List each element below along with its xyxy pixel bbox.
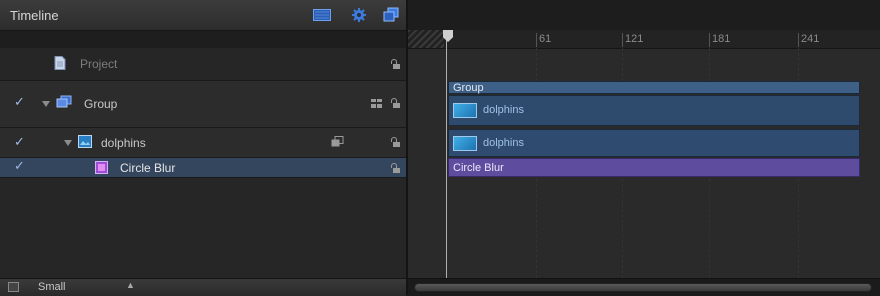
panel-title: Timeline — [10, 8, 59, 23]
ruler-tick — [709, 33, 710, 47]
clip-thumbnail-icon — [453, 103, 477, 118]
ruler-tick-label: 61 — [539, 33, 552, 45]
display-icon[interactable] — [313, 7, 331, 23]
track-dolphins-bar[interactable]: dolphins — [448, 129, 860, 157]
track-group-header[interactable]: Group — [448, 81, 860, 94]
project-icon — [54, 56, 66, 73]
track-circle-blur-bar[interactable]: Circle Blur — [448, 158, 860, 177]
clip-thumbnail-icon — [453, 136, 477, 151]
row-size-icon — [8, 282, 19, 292]
select-arrows-icon: ▲ — [126, 280, 135, 290]
column-header — [0, 31, 406, 49]
layer-label-circle-blur: Circle Blur — [120, 161, 176, 175]
ruler-tick-label: 181 — [712, 33, 731, 45]
layers-footer: Small ▲ — [0, 278, 406, 296]
layer-label-dolphins: dolphins — [101, 136, 146, 150]
track-circle-blur-label: Circle Blur — [453, 162, 504, 174]
ruler-tick-label: 241 — [801, 33, 820, 45]
lock-icon[interactable] — [390, 163, 400, 173]
lock-icon[interactable] — [390, 137, 400, 147]
filter-icon — [95, 161, 108, 177]
timeline-header — [408, 0, 880, 31]
layers-icon[interactable] — [382, 7, 399, 23]
clone-icon[interactable] — [331, 136, 344, 151]
layer-row-project[interactable]: Project — [0, 48, 406, 81]
track-group-bar[interactable]: dolphins — [448, 95, 860, 126]
timeline-window: Timeline Project ✓ Group ✓ dolphins ✓ Ci… — [0, 0, 880, 296]
image-thumbnail-icon — [78, 135, 92, 151]
layer-row-dolphins[interactable]: ✓ dolphins — [0, 128, 406, 158]
horizontal-scrollbar[interactable] — [408, 278, 880, 296]
row-size-value: Small — [38, 281, 66, 293]
title-bar: Timeline — [0, 0, 406, 31]
layer-row-group[interactable]: ✓ Group — [0, 81, 406, 128]
group-checkbox[interactable]: ✓ — [14, 95, 26, 108]
ruler-tick — [536, 33, 537, 47]
disclosure-triangle-icon[interactable] — [42, 101, 50, 107]
ruler-tick-label: 121 — [625, 33, 644, 45]
layer-label-project: Project — [80, 57, 118, 71]
layers-panel: Timeline Project ✓ Group ✓ dolphins ✓ Ci… — [0, 0, 406, 296]
gear-icon[interactable] — [351, 7, 367, 23]
group-mode-icon[interactable] — [371, 98, 383, 112]
ruler-tick — [798, 33, 799, 47]
dolphins-checkbox[interactable]: ✓ — [14, 135, 26, 148]
lock-icon[interactable] — [390, 59, 400, 69]
lock-icon[interactable] — [390, 98, 400, 108]
track-group-clip-label: dolphins — [483, 104, 524, 116]
timeline-track-area: 61 121 181 241 Group dolphins dolphins C… — [408, 0, 880, 296]
layer-label-group: Group — [84, 97, 118, 111]
ruler-hatch — [408, 30, 444, 48]
track-group-label: Group — [453, 82, 484, 94]
circle-blur-checkbox[interactable]: ✓ — [14, 159, 26, 172]
ruler-tick — [622, 33, 623, 47]
playhead-line[interactable] — [446, 30, 447, 280]
track-dolphins-label: dolphins — [483, 137, 524, 149]
time-ruler[interactable]: 61 121 181 241 — [408, 30, 880, 49]
row-size-select[interactable]: Small ▲ — [8, 280, 136, 294]
layer-row-circle-blur[interactable]: ✓ Circle Blur — [0, 158, 406, 178]
layers-empty-area — [0, 178, 406, 278]
scrollbar-thumb[interactable] — [414, 283, 872, 292]
disclosure-triangle-icon[interactable] — [64, 140, 72, 146]
group-icon — [56, 95, 72, 112]
